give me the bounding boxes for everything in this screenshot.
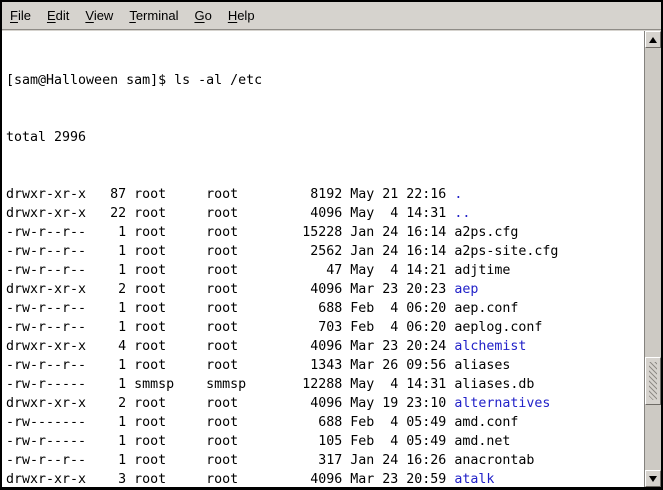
file-row: -rw-r--r-- 1 root root 317 Jan 24 16:26 … [6, 451, 644, 470]
menu-view[interactable]: View [77, 2, 121, 29]
file-meta: -rw-r--r-- 1 root root 1343 Mar 26 09:56 [6, 358, 454, 373]
file-row: -rw------- 1 root root 688 Feb 4 05:49 a… [6, 413, 644, 432]
menu-edit[interactable]: Edit [39, 2, 77, 29]
file-meta: drwxr-xr-x 4 root root 4096 Mar 23 20:24 [6, 339, 454, 354]
file-name: a2ps.cfg [454, 225, 518, 240]
file-meta: drwxr-xr-x 3 root root 4096 Mar 23 20:59 [6, 472, 454, 487]
file-meta: drwxr-xr-x 2 root root 4096 May 19 23:10 [6, 396, 454, 411]
file-meta: -rw------- 1 root root 688 Feb 4 05:49 [6, 415, 454, 430]
file-row: drwxr-xr-x 22 root root 4096 May 4 14:31… [6, 204, 644, 223]
file-name: .. [454, 206, 470, 221]
file-row: -rw-r--r-- 1 root root 15228 Jan 24 16:1… [6, 223, 644, 242]
file-name: aliases.db [454, 377, 534, 392]
file-name: adjtime [454, 263, 510, 278]
thumb-grip-icon [649, 362, 657, 400]
file-meta: -rw-r----- 1 root root 105 Feb 4 05:49 [6, 434, 454, 449]
file-name: anacrontab [454, 453, 534, 468]
file-meta: -rw-r--r-- 1 root root 688 Feb 4 06:20 [6, 301, 454, 316]
file-name: aliases [454, 358, 510, 373]
vertical-scrollbar[interactable] [644, 31, 661, 487]
terminal-output: drwxr-xr-x 87 root root 8192 May 21 22:1… [6, 185, 644, 487]
file-row: -rw-r--r-- 1 root root 1343 Mar 26 09:56… [6, 356, 644, 375]
file-row: -rw-r----- 1 smmsp smmsp 12288 May 4 14:… [6, 375, 644, 394]
file-row: -rw-r--r-- 1 root root 688 Feb 4 06:20 a… [6, 299, 644, 318]
file-name: alchemist [454, 339, 526, 354]
file-row: -rw-r----- 1 root root 105 Feb 4 05:49 a… [6, 432, 644, 451]
scrollbar-thumb[interactable] [645, 357, 661, 405]
file-row: drwxr-xr-x 4 root root 4096 Mar 23 20:24… [6, 337, 644, 356]
file-meta: -rw-r--r-- 1 root root 15228 Jan 24 16:1… [6, 225, 454, 240]
file-row: -rw-r--r-- 1 root root 2562 Jan 24 16:14… [6, 242, 644, 261]
file-row: -rw-r--r-- 1 root root 703 Feb 4 06:20 a… [6, 318, 644, 337]
triangle-up-icon [649, 37, 657, 43]
menu-file[interactable]: File [2, 2, 39, 29]
file-name: aep [454, 282, 478, 297]
file-name: atalk [454, 472, 494, 487]
file-name: amd.net [454, 434, 510, 449]
total-line: total 2996 [6, 128, 644, 147]
menu-go[interactable]: Go [186, 2, 219, 29]
file-meta: drwxr-xr-x 22 root root 4096 May 4 14:31 [6, 206, 454, 221]
terminal-screen[interactable]: [sam@Halloween sam]$ ls -al /etc total 2… [2, 31, 644, 487]
file-name: aep.conf [454, 301, 518, 316]
file-name: alternatives [454, 396, 550, 411]
triangle-down-icon [649, 476, 657, 482]
file-name: aeplog.conf [454, 320, 542, 335]
file-meta: -rw-r----- 1 smmsp smmsp 12288 May 4 14:… [6, 377, 454, 392]
file-meta: -rw-r--r-- 1 root root 2562 Jan 24 16:14 [6, 244, 454, 259]
menu-help[interactable]: Help [220, 2, 263, 29]
file-row: drwxr-xr-x 3 root root 4096 Mar 23 20:59… [6, 470, 644, 487]
file-meta: -rw-r--r-- 1 root root 317 Jan 24 16:26 [6, 453, 454, 468]
menu-bar: File Edit View Terminal Go Help [2, 2, 661, 30]
file-row: drwxr-xr-x 87 root root 8192 May 21 22:1… [6, 185, 644, 204]
file-meta: drwxr-xr-x 87 root root 8192 May 21 22:1… [6, 187, 454, 202]
menu-terminal[interactable]: Terminal [121, 2, 186, 29]
prompt-line: [sam@Halloween sam]$ ls -al /etc [6, 71, 644, 90]
scroll-up-button[interactable] [645, 31, 661, 48]
terminal-window: File Edit View Terminal Go Help [sam@Hal… [0, 0, 663, 490]
file-row: -rw-r--r-- 1 root root 47 May 4 14:21 ad… [6, 261, 644, 280]
file-row: drwxr-xr-x 2 root root 4096 Mar 23 20:23… [6, 280, 644, 299]
file-name: . [454, 187, 462, 202]
file-name: amd.conf [454, 415, 518, 430]
file-row: drwxr-xr-x 2 root root 4096 May 19 23:10… [6, 394, 644, 413]
file-meta: -rw-r--r-- 1 root root 47 May 4 14:21 [6, 263, 454, 278]
scroll-down-button[interactable] [645, 470, 661, 487]
file-meta: drwxr-xr-x 2 root root 4096 Mar 23 20:23 [6, 282, 454, 297]
file-name: a2ps-site.cfg [454, 244, 558, 259]
file-meta: -rw-r--r-- 1 root root 703 Feb 4 06:20 [6, 320, 454, 335]
